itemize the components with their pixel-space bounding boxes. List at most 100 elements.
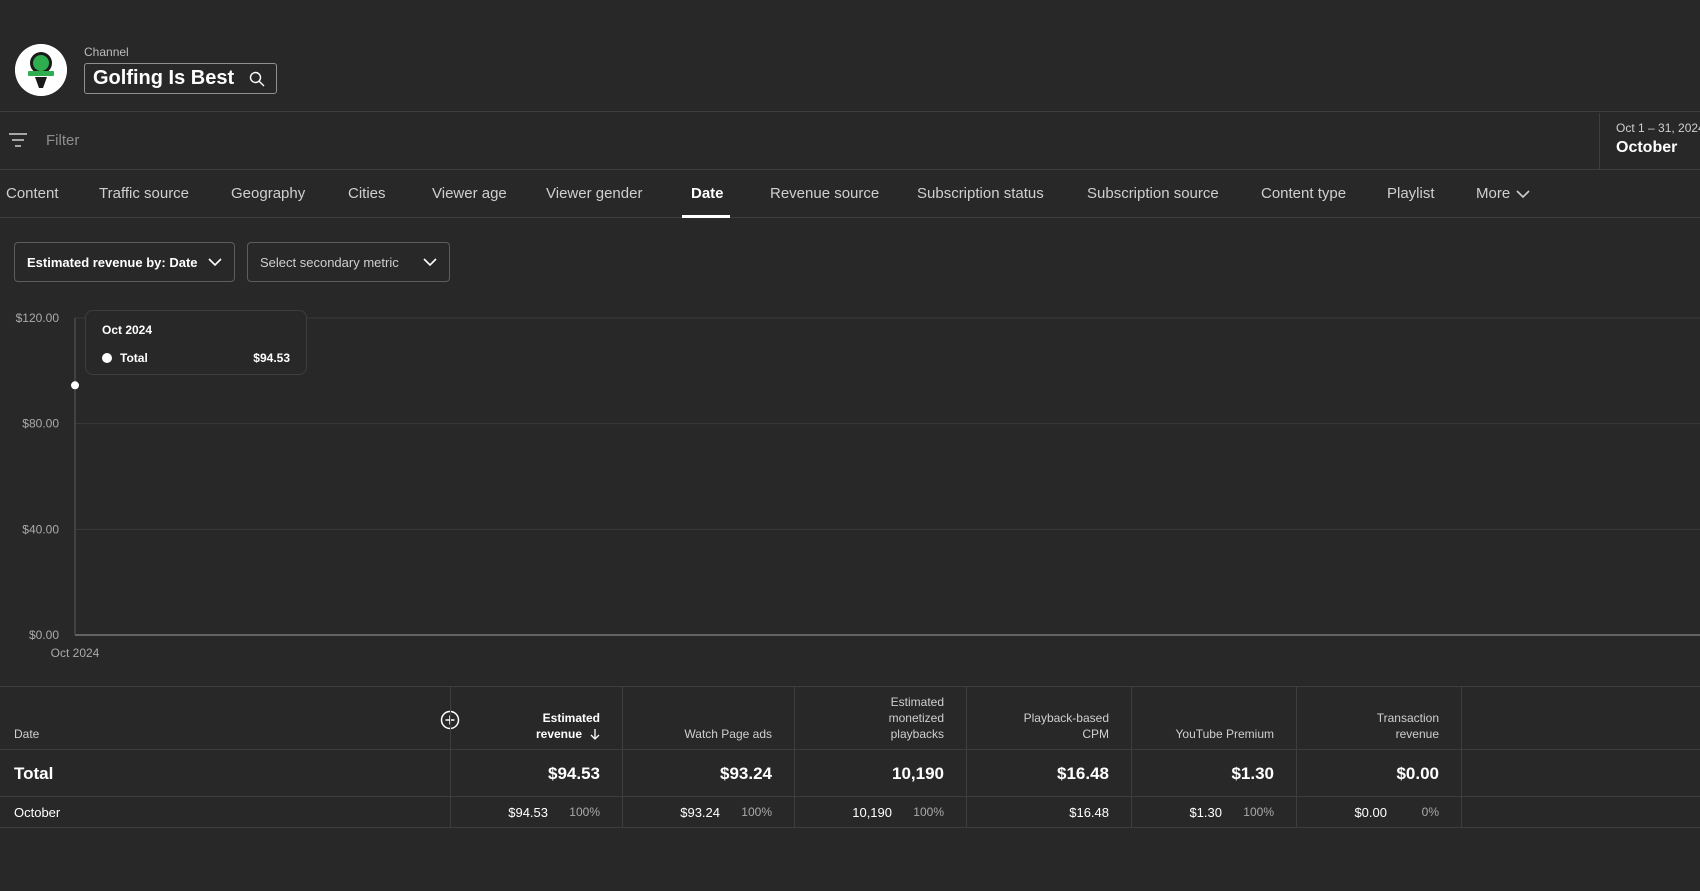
header-date-label: Date	[14, 727, 40, 741]
row-transaction-revenue-pct: 0%	[1421, 805, 1439, 819]
row-youtube-premium-pct: 100%	[1243, 805, 1274, 819]
header-youtube-premium[interactable]: YouTube Premium	[1131, 687, 1296, 749]
filter-input[interactable]: Filter	[46, 132, 79, 149]
row-estimated-revenue: $94.53	[508, 805, 548, 820]
table-header-row: Date Estimated revenue Watch Page ads Es…	[0, 686, 1700, 750]
row-youtube-premium-cell: $1.30 100%	[1131, 797, 1296, 827]
y-tick-label: $0.00	[29, 628, 59, 642]
row-cpm-cell: $16.48	[966, 797, 1131, 827]
header-date[interactable]: Date	[0, 687, 450, 749]
sort-down-icon	[590, 729, 600, 740]
filter-icon[interactable]	[8, 132, 28, 148]
tab-cities[interactable]: Cities	[348, 185, 386, 202]
tab-traffic-source[interactable]: Traffic source	[99, 185, 189, 202]
row-estimated-revenue-pct: 100%	[569, 805, 600, 819]
header-cpm-label: Playback-based CPM	[1023, 711, 1109, 741]
channel-selector[interactable]: Golfing Is Best	[84, 63, 278, 94]
series-dot-icon	[102, 353, 112, 363]
data-point	[71, 381, 79, 390]
total-monetized-playbacks: 10,190	[892, 764, 944, 783]
total-cpm-cell: $16.48	[966, 750, 1131, 796]
table-total-row: Total $94.53 $93.24 10,190 $16.48 $1.30 …	[0, 750, 1700, 797]
tab-playlist[interactable]: Playlist	[1387, 185, 1435, 202]
row-monetized-playbacks-cell: 10,190 100%	[794, 797, 966, 827]
tab-subscription-status[interactable]: Subscription status	[917, 185, 1044, 202]
y-tick-label: $40.00	[22, 522, 59, 536]
total-transaction-revenue: $0.00	[1396, 764, 1439, 783]
tab-viewer-age[interactable]: Viewer age	[432, 185, 507, 202]
header-estimated-revenue[interactable]: Estimated revenue	[450, 687, 622, 749]
tab-viewer-gender[interactable]: Viewer gender	[546, 185, 642, 202]
tab-date[interactable]: Date	[691, 185, 724, 202]
tab-revenue-source[interactable]: Revenue source	[770, 185, 879, 202]
y-tick-label: $80.00	[22, 417, 59, 431]
row-monetized-playbacks-pct: 100%	[913, 805, 944, 819]
tab-geography[interactable]: Geography	[231, 185, 305, 202]
header-youtube-premium-label: YouTube Premium	[1175, 727, 1275, 741]
header-transaction-revenue[interactable]: Transaction revenue	[1296, 687, 1461, 749]
total-label: Total	[14, 764, 54, 783]
x-tick-label: Oct 2024	[51, 646, 100, 660]
y-tick-label: $120.00	[16, 311, 60, 325]
filter-bar: Filter Oct 1 – 31, 2024 October	[0, 113, 1700, 170]
dimension-tabs: Content Traffic source Geography Cities …	[0, 171, 1700, 218]
tooltip-title: Oct 2024	[102, 323, 153, 337]
date-range-picker[interactable]: Oct 1 – 31, 2024 October	[1599, 113, 1700, 170]
total-estimated-revenue-cell: $94.53	[450, 750, 622, 796]
header-monetized-playbacks[interactable]: Estimated monetized playbacks	[794, 687, 966, 749]
secondary-metric-label: Select secondary metric	[260, 254, 399, 270]
total-cpm: $16.48	[1057, 764, 1109, 783]
header-empty	[1461, 687, 1700, 749]
row-label-cell: October	[0, 797, 450, 827]
tab-content-type[interactable]: Content type	[1261, 185, 1346, 202]
tooltip-value: $94.53	[253, 351, 290, 365]
row-watch-page-ads-pct: 100%	[741, 805, 772, 819]
row-watch-page-ads: $93.24	[680, 805, 720, 820]
total-monetized-playbacks-cell: 10,190	[794, 750, 966, 796]
row-estimated-revenue-cell: $94.53 100%	[450, 797, 622, 827]
row-cpm: $16.48	[1069, 805, 1109, 820]
chevron-down-icon	[423, 258, 437, 267]
total-youtube-premium: $1.30	[1231, 764, 1274, 783]
table-row[interactable]: October $94.53 100% $93.24 100% 10,190 100%…	[0, 797, 1700, 828]
total-label-cell: Total	[0, 750, 450, 796]
total-transaction-revenue-cell: $0.00	[1296, 750, 1461, 796]
header-cpm[interactable]: Playback-based CPM	[966, 687, 1131, 749]
row-watch-page-ads-cell: $93.24 100%	[622, 797, 794, 827]
row-monetized-playbacks: 10,190	[852, 805, 892, 820]
header-estimated-revenue-wrap: Estimated revenue	[510, 710, 600, 742]
channel-name: Golfing Is Best	[93, 67, 235, 89]
date-period: October	[1616, 139, 1678, 156]
primary-metric-select[interactable]: Estimated revenue by: Date	[14, 242, 235, 282]
tab-content[interactable]: Content	[6, 185, 59, 202]
tab-more[interactable]: More	[1476, 185, 1530, 202]
header-watch-page-ads-label: Watch Page ads	[684, 727, 772, 741]
search-icon[interactable]	[248, 70, 266, 88]
active-tab-indicator	[682, 215, 730, 218]
chart-tooltip: Oct 2024 Total $94.53	[85, 310, 307, 375]
chevron-down-icon	[1516, 190, 1530, 199]
secondary-metric-select[interactable]: Select secondary metric	[247, 242, 450, 282]
header-transaction-revenue-label: Transaction revenue	[1376, 711, 1439, 741]
channel-label: Channel	[84, 45, 129, 59]
row-transaction-revenue-cell: $0.00 0%	[1296, 797, 1461, 827]
header-watch-page-ads[interactable]: Watch Page ads	[622, 687, 794, 749]
row-empty-cell	[1461, 797, 1700, 827]
tab-subscription-source[interactable]: Subscription source	[1087, 185, 1219, 202]
chevron-down-icon	[208, 258, 222, 267]
total-youtube-premium-cell: $1.30	[1131, 750, 1296, 796]
date-range-text: Oct 1 – 31, 2024	[1616, 121, 1700, 135]
primary-metric-label: Estimated revenue by: Date	[27, 254, 198, 270]
metrics-table: Date Estimated revenue Watch Page ads Es…	[0, 686, 1700, 828]
total-estimated-revenue: $94.53	[548, 764, 600, 783]
tooltip-series: Total	[120, 351, 148, 365]
channel-avatar[interactable]	[15, 44, 67, 96]
tab-more-label: More	[1476, 185, 1511, 202]
total-watch-page-ads: $93.24	[720, 764, 772, 783]
total-empty-cell	[1461, 750, 1700, 796]
row-label: October	[14, 805, 61, 820]
row-youtube-premium: $1.30	[1189, 805, 1222, 820]
row-transaction-revenue: $0.00	[1354, 805, 1387, 820]
total-watch-page-ads-cell: $93.24	[622, 750, 794, 796]
header-monetized-playbacks-label: Estimated monetized playbacks	[888, 695, 944, 741]
